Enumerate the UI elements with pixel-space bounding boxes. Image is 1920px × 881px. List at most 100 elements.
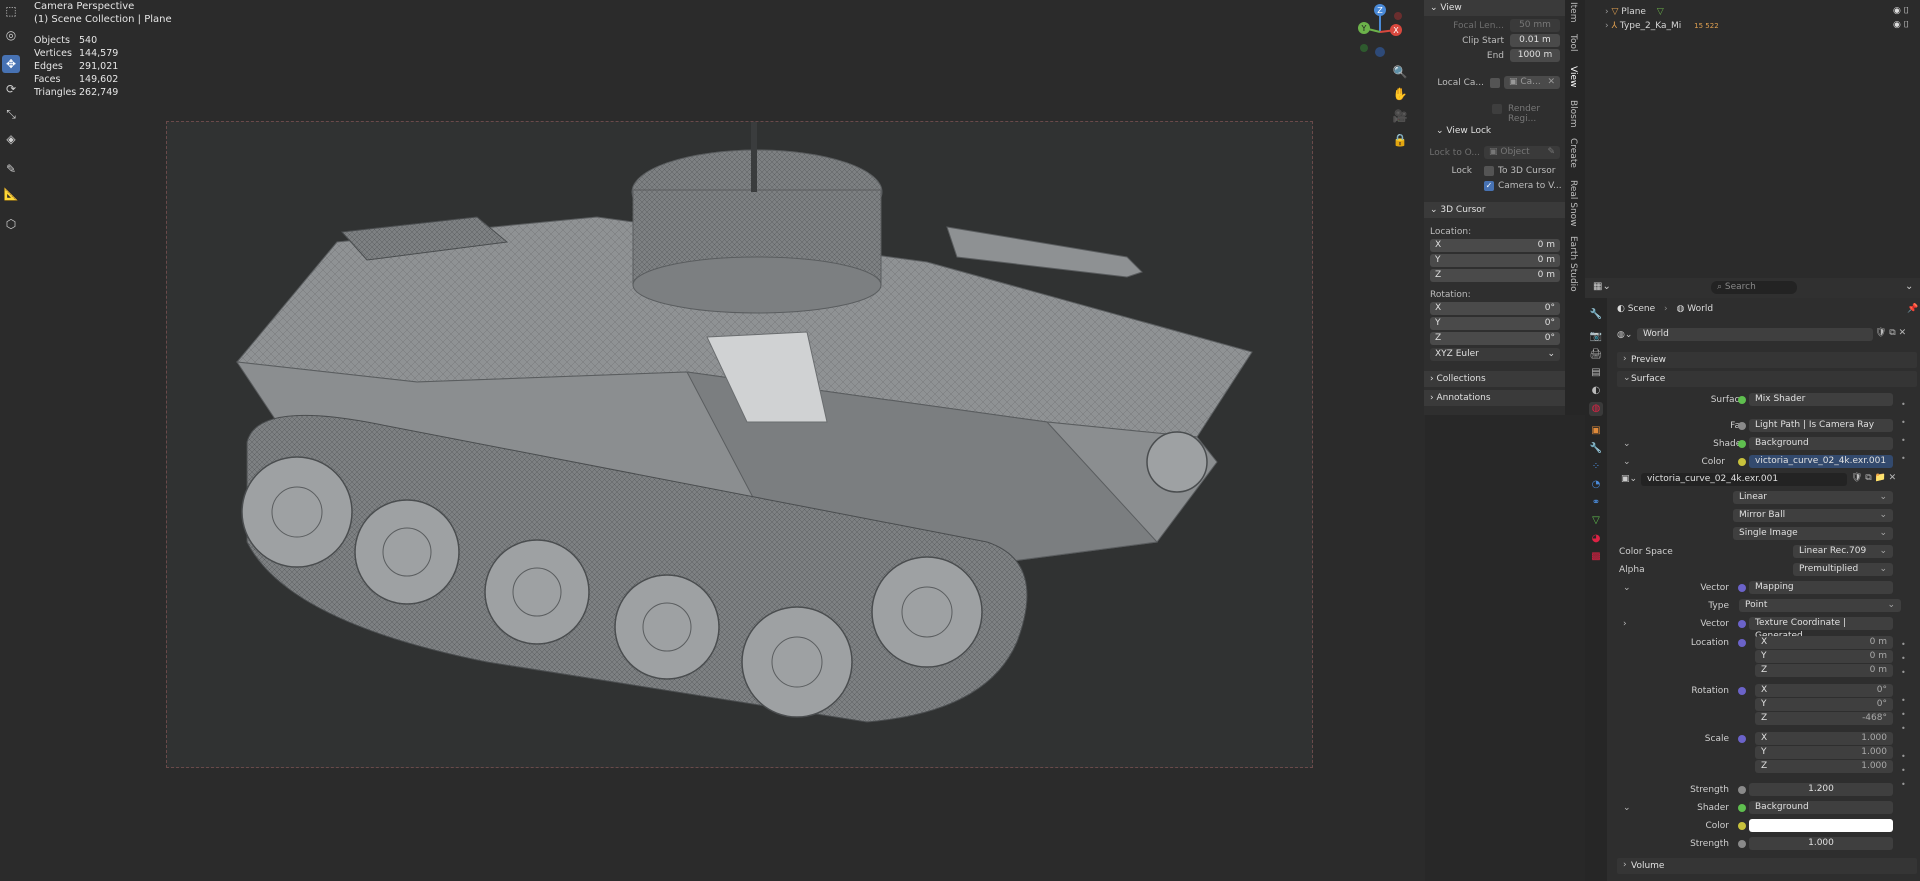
move-icon[interactable]: ✥ (2, 55, 20, 73)
particles-tab-icon[interactable]: ⁘ (1589, 460, 1603, 474)
lock-icon[interactable]: 🔒 (1392, 132, 1408, 148)
local-camera-checkbox[interactable] (1490, 78, 1500, 88)
modifier-tab-icon[interactable]: 🔧 (1589, 442, 1603, 456)
world-browse-icon[interactable]: ◍⌄ (1617, 330, 1632, 340)
clip-start-field[interactable]: 0.01 m (1510, 34, 1560, 47)
select-box-icon[interactable]: ⬚ (2, 2, 20, 20)
surface-shader-field[interactable]: Mix Shader (1749, 393, 1893, 406)
image-actions[interactable]: 🛡 ⧉ 📁 ✕ (1851, 473, 1896, 483)
navigation-gizmo[interactable]: Z Y X (1352, 2, 1408, 60)
scale-icon[interactable]: ⤡ (2, 105, 20, 123)
expand-arrow-icon[interactable]: › (1605, 7, 1609, 17)
texture-tab-icon[interactable]: ▩ (1589, 550, 1603, 564)
fac-field[interactable]: Light Path | Is Camera Ray (1749, 419, 1893, 432)
3d-viewport[interactable]: ⬚ ◎ ✥ ⟳ ⤡ ◈ ✎ 📐 ⬡ Camera Perspective (1)… (0, 0, 1425, 881)
measure-icon[interactable]: 📐 (2, 185, 20, 203)
strength-field[interactable]: 1.200 (1749, 783, 1893, 796)
panel-options-icon[interactable]: ⌄ (1905, 281, 1913, 292)
world-tab-icon[interactable]: ◍ (1589, 402, 1603, 416)
alpha-select[interactable]: Premultiplied ⌄ (1793, 563, 1893, 576)
world-name-field[interactable]: World (1637, 328, 1873, 341)
view-layer-tab-icon[interactable]: ▤ (1589, 366, 1603, 380)
mapping-scale-x[interactable]: X 1.000 (1755, 732, 1893, 745)
cursor-location-x[interactable]: X0 m (1430, 239, 1560, 252)
tab-real-snow[interactable]: Real Snow (1568, 180, 1578, 227)
cursor-icon[interactable]: ◎ (2, 26, 20, 44)
interpolation-select[interactable]: Linear ⌄ (1733, 491, 1893, 504)
camera-to-view-checkbox[interactable]: ✓ (1484, 181, 1494, 191)
tab-blosm[interactable]: Blosm (1568, 100, 1578, 128)
focal-length-field[interactable]: 50 mm (1510, 19, 1560, 32)
cursor-location-y[interactable]: Y0 m (1430, 254, 1560, 267)
image-browse-icon[interactable]: ▣⌄ (1621, 474, 1637, 484)
mapping-scale-z[interactable]: Z 1.000 (1755, 760, 1893, 773)
scene-tab-icon[interactable]: ◐ (1589, 384, 1603, 398)
annotations-panel-header[interactable]: › Annotations (1424, 390, 1565, 406)
render-tab-icon[interactable]: 📷 (1589, 330, 1603, 344)
output-tab-icon[interactable]: 🖨 (1589, 348, 1603, 362)
tab-earth-studio[interactable]: Earth Studio (1568, 236, 1578, 292)
color-space-select[interactable]: Linear Rec.709 ⌄ (1793, 545, 1893, 558)
camera-view-icon[interactable]: 🎥 (1392, 108, 1408, 124)
mapping-rotation-x[interactable]: X 0° (1755, 684, 1893, 697)
cursor-rotation-x[interactable]: X 0° (1430, 302, 1560, 315)
color-swatch[interactable] (1749, 819, 1893, 832)
cursor-location-z[interactable]: Z0 m (1430, 269, 1560, 282)
object-tab-icon[interactable]: ▣ (1589, 424, 1603, 438)
vector-mapping-field[interactable]: Mapping (1749, 581, 1893, 594)
mapping-location-z[interactable]: Z0 m (1755, 664, 1893, 677)
transform-icon[interactable]: ◈ (2, 130, 20, 148)
image-name-field[interactable]: victoria_curve_02_4k.exr.001 (1641, 473, 1847, 486)
material-tab-icon[interactable]: ◕ (1589, 532, 1603, 546)
cursor-rotation-y[interactable]: Y 0° (1430, 317, 1560, 330)
render-region-checkbox[interactable] (1492, 104, 1502, 114)
source-select[interactable]: Single Image ⌄ (1733, 527, 1893, 540)
texture-coordinate-field[interactable]: Texture Coordinate | Generated (1749, 617, 1893, 641)
mapping-scale-y[interactable]: Y 1.000 (1755, 746, 1893, 759)
keyframe-dots[interactable]: • • • • (1901, 396, 1906, 468)
clip-end-field[interactable]: 1000 m (1510, 49, 1560, 62)
mapping-rotation-z[interactable]: Z -468° (1755, 712, 1893, 725)
editor-type-icon[interactable]: ▦⌄ (1593, 281, 1611, 292)
annotate-icon[interactable]: ✎ (2, 160, 20, 178)
color-texture-field[interactable]: victoria_curve_02_4k.exr.001 (1749, 455, 1893, 468)
collections-panel-header[interactable]: › Collections (1424, 371, 1565, 387)
mapping-rotation-y[interactable]: Y 0° (1755, 698, 1893, 711)
data-tab-icon[interactable]: ▽ (1589, 514, 1603, 528)
view-panel-header[interactable]: ⌄ View (1424, 0, 1565, 16)
mapping-type-select[interactable]: Point ⌄ (1739, 599, 1901, 612)
eyedropper-icon[interactable]: ✎ (1547, 146, 1555, 159)
shader2-field[interactable]: Background (1749, 801, 1893, 814)
local-camera-field[interactable]: ▣ Ca... ✕ (1504, 76, 1560, 89)
expand-arrow-icon[interactable]: › (1605, 21, 1609, 31)
shader-field[interactable]: Background (1749, 437, 1893, 450)
mapping-location-x[interactable]: X0 m (1755, 636, 1893, 649)
outliner-item-tank[interactable]: › ⅄ Type_2_Ka_Mi 15 522 (1605, 20, 1719, 33)
volume-panel-header[interactable]: Volume (1617, 858, 1917, 874)
view-lock-header[interactable]: ⌄ View Lock (1436, 126, 1491, 136)
outliner-item-plane[interactable]: › ▽ Plane ▽ (1605, 6, 1664, 19)
projection-select[interactable]: Mirror Ball ⌄ (1733, 509, 1893, 522)
strength2-field[interactable]: 1.000 (1749, 837, 1893, 850)
lock-to-object-field[interactable]: ▣ Object ✎ (1484, 146, 1560, 159)
rotation-mode-select[interactable]: XYZ Euler ⌄ (1430, 348, 1560, 361)
add-cube-icon[interactable]: ⬡ (2, 215, 20, 233)
search-input[interactable]: ⌕ Search (1711, 281, 1797, 294)
cursor-rotation-z[interactable]: Z 0° (1430, 332, 1560, 345)
close-icon[interactable]: ✕ (1547, 76, 1555, 89)
tab-create[interactable]: Create (1568, 138, 1578, 168)
tool-tab-icon[interactable]: 🔧 (1589, 308, 1603, 322)
tab-item[interactable]: Item (1568, 2, 1578, 23)
constraints-tab-icon[interactable]: ⚭ (1589, 496, 1603, 510)
lock-to-cursor-checkbox[interactable] (1484, 166, 1494, 176)
pan-hand-icon[interactable]: ✋ (1392, 86, 1408, 102)
visibility-eye-icon[interactable]: ◉ ⌷ (1893, 20, 1909, 30)
physics-tab-icon[interactable]: ◔ (1589, 478, 1603, 492)
3d-cursor-panel-header[interactable]: ⌄ 3D Cursor (1424, 202, 1565, 218)
zoom-icon[interactable]: 🔍 (1392, 64, 1408, 80)
rotate-icon[interactable]: ⟳ (2, 80, 20, 98)
tab-view[interactable]: View (1568, 66, 1578, 87)
surface-panel-header[interactable]: Surface (1617, 371, 1917, 387)
mapping-location-y[interactable]: Y0 m (1755, 650, 1893, 663)
datablock-actions[interactable]: 🛡 ⧉ ✕ (1875, 328, 1906, 338)
